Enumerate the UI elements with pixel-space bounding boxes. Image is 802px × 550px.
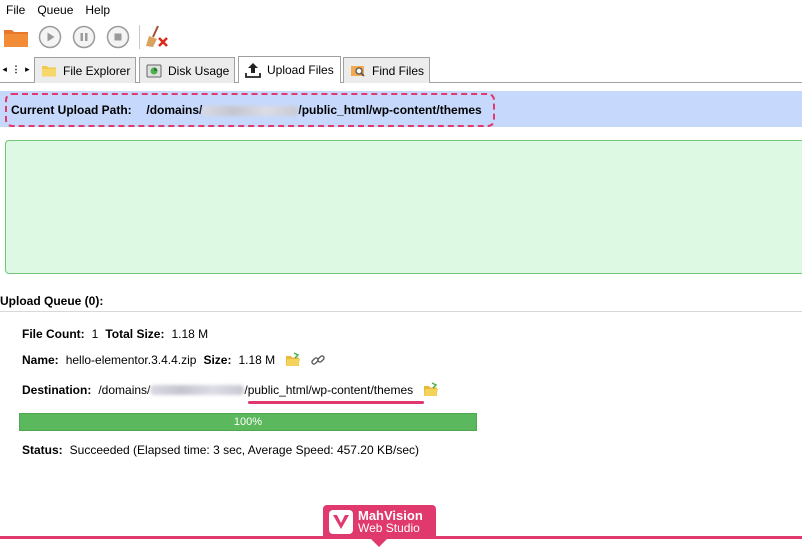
status-row: Status: Succeeded (Elapsed time: 3 sec, … (22, 443, 426, 457)
upload-path-prefix: /domains/ (146, 103, 203, 117)
size-value: 1.18 M (238, 353, 276, 367)
status-label: Status: (22, 443, 63, 457)
find-files-icon (350, 63, 366, 79)
menu-queue[interactable]: Queue (31, 3, 79, 17)
menu-bar: File Queue Help (0, 0, 802, 20)
tab-scroll-controls: ◂ ⋮ ▸ (0, 62, 32, 76)
upload-path-suffix: /public_html/wp-content/themes (298, 103, 482, 117)
tab-label: File Explorer (63, 63, 131, 78)
watermark-text: MahVision Web Studio (358, 509, 423, 535)
play-icon (38, 25, 62, 49)
open-folder-icon[interactable] (285, 352, 301, 368)
tab-label: Upload Files (267, 63, 334, 77)
destination-prefix: /domains/ (98, 383, 151, 397)
start-button[interactable] (37, 24, 63, 50)
toolbar (0, 22, 802, 52)
upload-path: Current Upload Path: /domains/ /public_ht… (11, 103, 482, 117)
tab-disk-usage[interactable]: Disk Usage (139, 57, 235, 83)
upload-queue-header: Upload Queue (0): (0, 294, 104, 308)
stop-button[interactable] (105, 24, 131, 50)
tab-scroll-right-icon[interactable]: ▸ (25, 64, 30, 75)
upload-path-label: Current Upload Path: (11, 103, 132, 117)
folder-icon (41, 63, 57, 79)
open-folder-button[interactable] (3, 24, 29, 50)
total-size-value: 1.18 M (171, 327, 209, 341)
status-value: Succeeded (Elapsed time: 3 sec, Average … (69, 443, 420, 457)
total-size-label: Total Size: (105, 327, 165, 341)
file-name-label: Name: (22, 353, 59, 367)
file-count-row: File Count: 1 Total Size: 1.18 M (22, 327, 215, 341)
divider (0, 311, 802, 312)
progress-text: 100% (233, 416, 263, 428)
pause-icon (72, 25, 96, 49)
size-label: Size: (203, 353, 232, 367)
file-name-value: hello-elementor.3.4.4.zip (65, 353, 197, 367)
tab-upload-files[interactable]: Upload Files (238, 56, 341, 83)
menu-help[interactable]: Help (79, 3, 116, 17)
watermark-pointer (370, 538, 388, 547)
destination-suffix: /public_html/wp-content/themes (244, 383, 414, 397)
open-destination-folder-icon[interactable] (423, 382, 439, 398)
mahvision-logo-icon (329, 510, 353, 534)
watermark-logo: MahVision Web Studio (323, 505, 436, 539)
tab-bar: ◂ ⋮ ▸ File Explorer Disk Usage Upload Fi… (0, 55, 802, 83)
tab-file-explorer[interactable]: File Explorer (34, 57, 136, 83)
destination-row: Destination: /domains/ /public_html/wp-co… (22, 382, 439, 398)
redacted-domain (150, 385, 245, 395)
stop-icon (106, 25, 130, 49)
tab-find-files[interactable]: Find Files (343, 57, 430, 83)
destination-label: Destination: (22, 383, 92, 397)
tab-label: Disk Usage (168, 63, 230, 78)
file-drop-zone[interactable] (5, 140, 802, 274)
folder-icon (4, 30, 28, 47)
redacted-domain (202, 105, 299, 116)
file-count-label: File Count: (22, 327, 85, 341)
destination-highlight-underline (248, 401, 424, 404)
file-count-value: 1 (91, 327, 99, 341)
clear-queue-button[interactable] (144, 24, 170, 50)
file-name-row: Name: hello-elementor.3.4.4.zip Size: 1.… (22, 352, 326, 368)
link-icon[interactable] (310, 352, 326, 368)
upload-icon (245, 62, 261, 78)
tab-menu-icon[interactable]: ⋮ (11, 64, 20, 75)
menu-file[interactable]: File (0, 3, 31, 17)
tab-label: Find Files (372, 63, 425, 78)
pause-button[interactable] (71, 24, 97, 50)
upload-progress-bar: 100% (19, 413, 477, 431)
toolbar-separator (139, 25, 140, 49)
tab-scroll-left-icon[interactable]: ◂ (2, 64, 7, 75)
broom-clear-icon (146, 25, 168, 47)
watermark-subtitle: Web Studio (358, 521, 420, 535)
disk-usage-icon (146, 63, 162, 79)
